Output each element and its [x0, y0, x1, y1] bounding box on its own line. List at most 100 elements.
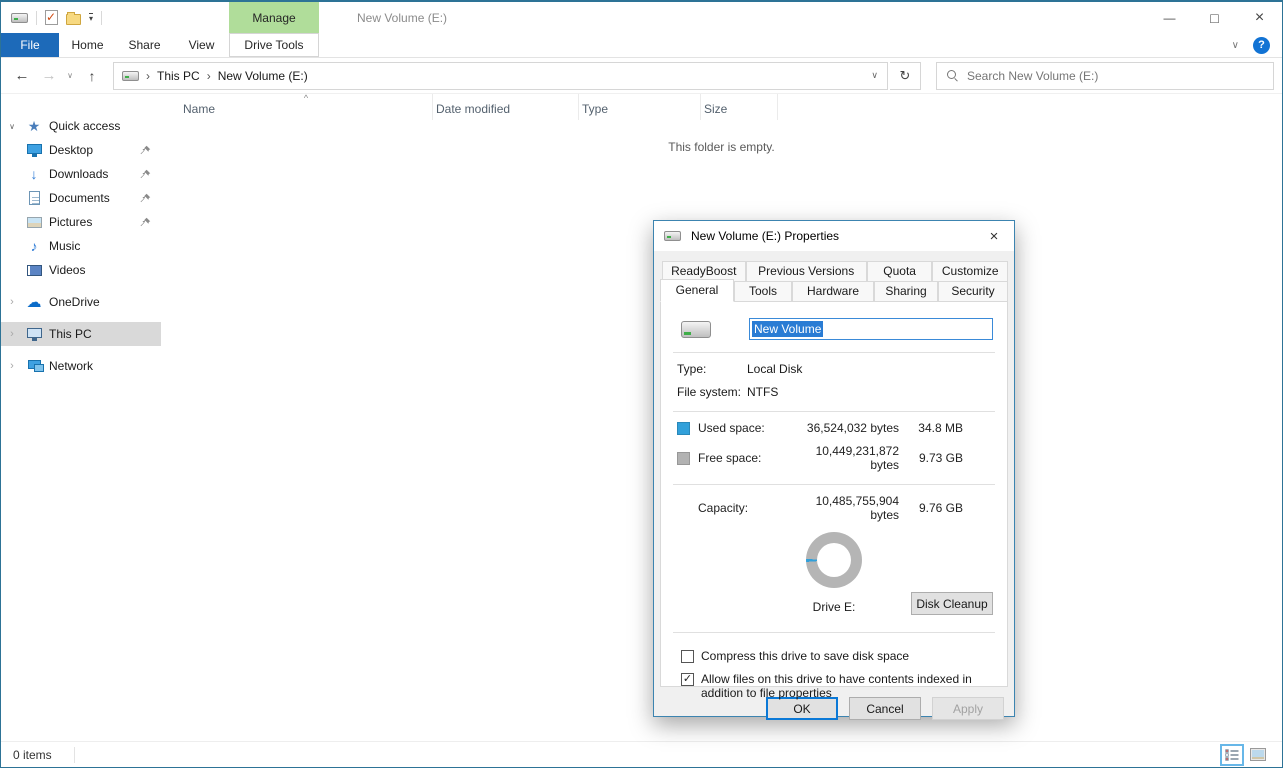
sidebar-item-pictures[interactable]: Pictures [1, 210, 161, 234]
breadcrumb-separator-icon: › [146, 69, 150, 83]
customize-qat-icon[interactable]: ▾ [89, 13, 93, 23]
chevron-down-icon[interactable]: ∨ [1, 122, 23, 131]
back-button[interactable]: ← [9, 67, 35, 84]
sidebar-item-documents[interactable]: Documents [1, 186, 161, 210]
sidebar-item-onedrive[interactable]: › ☁ OneDrive [1, 290, 161, 314]
column-header-type[interactable]: Type [579, 94, 701, 120]
minimize-button[interactable]: — [1147, 2, 1192, 33]
column-headers: ^ Name Date modified Type Size [161, 94, 1282, 120]
recent-locations-icon[interactable]: ∨ [63, 71, 77, 80]
empty-folder-message: This folder is empty. [161, 140, 1282, 154]
sidebar-item-downloads[interactable]: ↓ Downloads [1, 162, 161, 186]
sidebar-item-quick-access[interactable]: ∨ ★ Quick access [1, 114, 161, 138]
filesystem-label: File system: [677, 385, 747, 399]
up-button[interactable]: ↑ [79, 68, 105, 84]
sidebar-item-this-pc[interactable]: › This PC [1, 322, 161, 346]
column-label: Size [704, 102, 727, 116]
quick-access-toolbar: ✓ ▾ [1, 10, 102, 25]
item-count: 0 items [1, 748, 52, 762]
address-dropdown-icon[interactable]: ∨ [862, 70, 887, 81]
videos-icon [27, 265, 42, 276]
dialog-title: New Volume (E:) Properties [691, 229, 839, 243]
tab-previous-versions[interactable]: Previous Versions [746, 261, 867, 281]
apply-button[interactable]: Apply [932, 697, 1004, 720]
breadcrumb-this-pc[interactable]: This PC [157, 69, 200, 83]
forward-button[interactable]: → [37, 67, 61, 84]
chevron-right-icon[interactable]: › [1, 296, 23, 308]
selected-text: New Volume [752, 321, 823, 337]
tab-security[interactable]: Security [938, 281, 1008, 302]
pin-icon [140, 145, 151, 156]
drive-icon [11, 13, 28, 23]
sidebar-item-desktop[interactable]: Desktop [1, 138, 161, 162]
ok-button[interactable]: OK [766, 697, 838, 720]
column-header-name[interactable]: ^ Name [180, 94, 433, 120]
help-icon[interactable]: ? [1253, 37, 1270, 54]
used-space-swatch [677, 422, 690, 435]
address-bar: ← → ∨ ↑ › This PC › New Volume (E:) ∨ ↻ … [1, 58, 1282, 94]
tab-drive-tools[interactable]: Drive Tools [229, 33, 319, 57]
tab-quota[interactable]: Quota [867, 261, 933, 281]
free-space-swatch [677, 452, 690, 465]
drive-icon [664, 231, 681, 241]
used-space-bytes: 36,524,032 bytes [784, 421, 899, 435]
dialog-titlebar[interactable]: New Volume (E:) Properties × [654, 221, 1014, 251]
column-label: Type [582, 102, 608, 116]
column-label: Date modified [436, 102, 510, 116]
free-space-label: Free space: [698, 451, 784, 465]
disk-cleanup-button[interactable]: Disk Cleanup [911, 592, 993, 615]
tab-readyboost[interactable]: ReadyBoost [662, 261, 746, 281]
close-button[interactable]: × [1237, 2, 1282, 33]
divider [101, 11, 102, 25]
breadcrumb[interactable]: › This PC › New Volume (E:) ∨ [113, 62, 888, 90]
column-header-date-modified[interactable]: Date modified [433, 94, 579, 120]
refresh-button[interactable]: ↻ [890, 62, 921, 90]
chevron-right-icon[interactable]: › [1, 328, 23, 340]
cancel-button[interactable]: Cancel [849, 697, 921, 720]
sidebar-item-label: Documents [49, 191, 110, 205]
divider [673, 484, 995, 485]
drive-icon [122, 71, 139, 81]
main-area: ∨ ★ Quick access Desktop ↓ Downloads Doc… [1, 94, 1282, 741]
tab-customize[interactable]: Customize [932, 261, 1008, 281]
tab-tools[interactable]: Tools [734, 281, 792, 302]
type-value: Local Disk [747, 362, 802, 376]
tab-general[interactable]: General [660, 279, 734, 302]
quick-access-star-icon: ★ [23, 118, 45, 135]
new-folder-icon[interactable] [66, 14, 81, 25]
tab-sharing[interactable]: Sharing [874, 281, 938, 302]
search-input[interactable]: Search New Volume (E:) [936, 62, 1274, 90]
breadcrumb-new-volume[interactable]: New Volume (E:) [218, 69, 308, 83]
details-view-button[interactable] [1220, 744, 1244, 766]
maximize-button[interactable]: □ [1192, 2, 1237, 33]
sidebar-item-music[interactable]: ♪ Music [1, 234, 161, 258]
sidebar-item-label: Network [49, 359, 93, 373]
navigation-pane: ∨ ★ Quick access Desktop ↓ Downloads Doc… [1, 94, 161, 741]
tab-hardware[interactable]: Hardware [792, 281, 874, 302]
sidebar-item-videos[interactable]: Videos [1, 258, 161, 282]
pin-icon [140, 193, 151, 204]
drive-icon [681, 321, 711, 338]
expand-ribbon-icon[interactable]: ∨ [1232, 40, 1239, 51]
chevron-right-icon[interactable]: › [1, 360, 23, 372]
sidebar-item-network[interactable]: › Network [1, 354, 161, 378]
free-space-size: 9.73 GB [899, 451, 963, 465]
dialog-close-icon[interactable]: × [984, 228, 1004, 245]
documents-icon [29, 191, 40, 205]
volume-label-input[interactable]: New Volume [749, 318, 993, 340]
large-icons-view-button[interactable] [1246, 744, 1270, 766]
ribbon-tab-row: File Home Share View Drive Tools ∨ ? [1, 33, 1282, 58]
manage-contextual-header: Manage [229, 2, 319, 33]
tab-file[interactable]: File [1, 33, 59, 57]
tab-view[interactable]: View [173, 33, 230, 57]
index-checkbox[interactable]: ✓ [681, 673, 694, 686]
tab-share[interactable]: Share [116, 33, 173, 57]
column-header-size[interactable]: Size [701, 94, 778, 120]
tab-home[interactable]: Home [59, 33, 116, 57]
disk-usage-pie-chart [806, 532, 862, 588]
divider [673, 632, 995, 633]
compress-checkbox[interactable] [681, 650, 694, 663]
window-controls: — □ × [1147, 2, 1282, 33]
pin-icon [140, 169, 151, 180]
properties-icon[interactable]: ✓ [45, 10, 58, 25]
